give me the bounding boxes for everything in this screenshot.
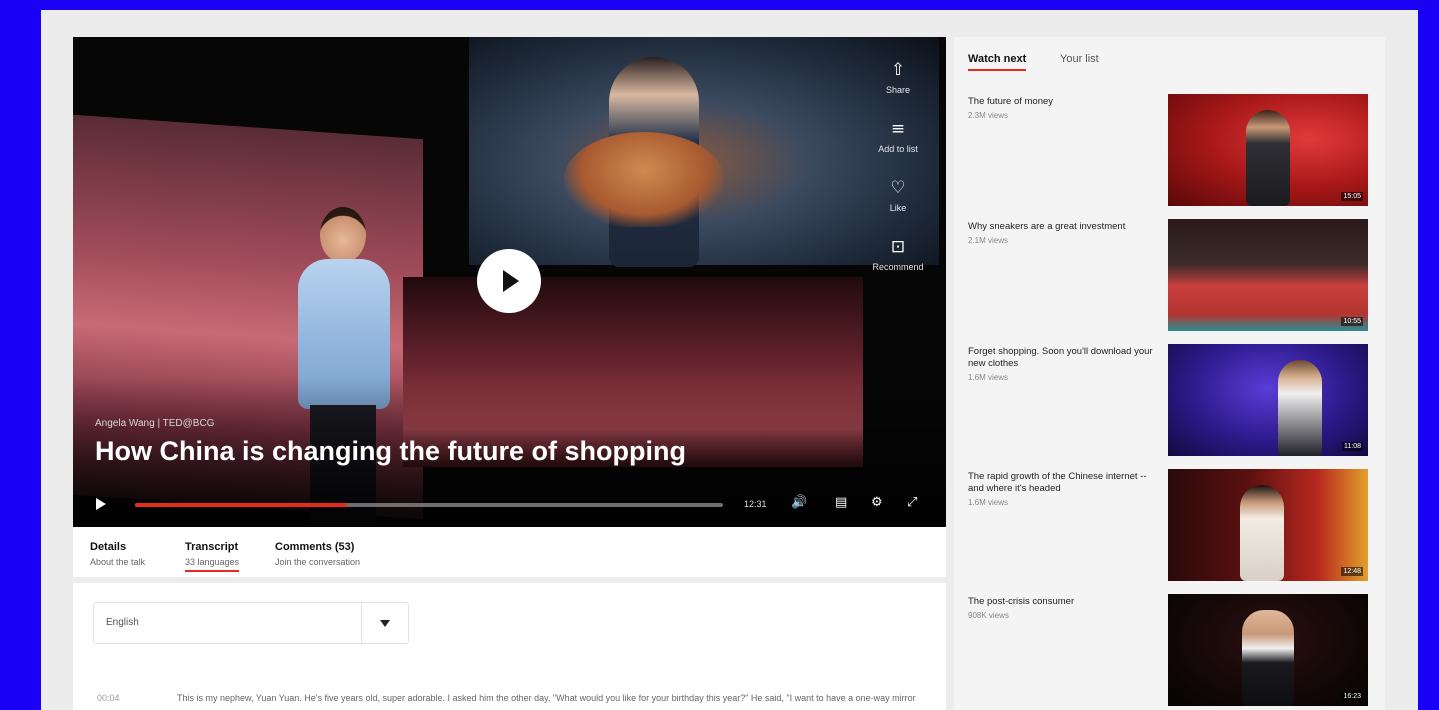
thumbnail[interactable]: 12:48	[1168, 469, 1368, 581]
player-controls: 12:31 🔊 ▤ ⚙ ⤢	[73, 489, 946, 521]
talk-tabs: Details About the talk Transcript 33 lan…	[73, 527, 946, 577]
settings-icon[interactable]: ⚙	[871, 495, 883, 510]
video-actions: ⇧ Share ≡ Add to list ♡ Like ⊡ Recommend	[863, 59, 933, 295]
chevron-down-icon	[380, 620, 390, 627]
speaker-name[interactable]: Angela Wang | TED@BCG	[95, 418, 214, 429]
add-to-list-icon: ≡	[890, 119, 906, 139]
tab-your-list[interactable]: Your list	[1060, 53, 1099, 65]
recommend-button[interactable]: ⊡ Recommend	[863, 236, 933, 295]
transcript-panel: English 00:04 This is my nephew, Yuan Yu…	[73, 583, 946, 710]
like-button[interactable]: ♡ Like	[863, 177, 933, 236]
thumbnail[interactable]: 11:08	[1168, 344, 1368, 456]
tab-comments[interactable]: Comments (53) Join the conversation	[275, 541, 360, 570]
list-item[interactable]: The rapid growth of the Chinese internet…	[968, 469, 1370, 581]
heart-icon: ♡	[890, 178, 906, 198]
play-button-large[interactable]	[477, 249, 541, 313]
play-icon[interactable]	[96, 498, 106, 510]
tab-details[interactable]: Details About the talk	[90, 541, 145, 570]
tab-watch-next[interactable]: Watch next	[968, 53, 1027, 71]
fullscreen-icon[interactable]: ⤢	[907, 495, 917, 510]
share-icon: ⇧	[890, 60, 906, 80]
language-select[interactable]: English	[93, 602, 409, 644]
thumbnail[interactable]: 10:55	[1168, 219, 1368, 331]
list-item[interactable]: The post-crisis consumer 908K views 16:23	[968, 594, 1370, 706]
tab-transcript[interactable]: Transcript 33 languages	[185, 541, 240, 572]
volume-icon[interactable]: 🔊	[791, 495, 807, 510]
captions-icon[interactable]: ▤	[835, 495, 847, 510]
talk-title: How China is changing the future of shop…	[95, 436, 686, 466]
progress-fill	[135, 503, 347, 507]
talk-page: ⇧ Share ≡ Add to list ♡ Like ⊡ Recommend…	[73, 37, 1385, 710]
share-button[interactable]: ⇧ Share	[863, 59, 933, 118]
thumbnail[interactable]: 15:05	[1168, 94, 1368, 206]
time-display: 12:31	[744, 499, 767, 509]
progress-bar[interactable]	[135, 503, 723, 507]
recommend-icon: ⊡	[890, 237, 906, 257]
thumbnail[interactable]: 16:23	[1168, 594, 1368, 706]
list-item[interactable]: Why sneakers are a great investment 2.1M …	[968, 219, 1370, 331]
list-item[interactable]: Forget shopping. Soon you'll download yo…	[968, 344, 1370, 456]
add-to-list-button[interactable]: ≡ Add to list	[863, 118, 933, 177]
transcript-text[interactable]: This is my nephew, Yuan Yuan. He's five …	[177, 689, 917, 710]
watch-next-panel: Watch next Your list The future of money…	[954, 37, 1385, 710]
browser-viewport: ⇧ Share ≡ Add to list ♡ Like ⊡ Recommend…	[41, 10, 1418, 710]
list-item[interactable]: The future of money 2.3M views 15:05	[968, 94, 1370, 206]
video-player[interactable]: ⇧ Share ≡ Add to list ♡ Like ⊡ Recommend…	[73, 37, 946, 527]
screen-crab	[564, 132, 724, 227]
transcript-timestamp[interactable]: 00:04	[97, 693, 120, 703]
